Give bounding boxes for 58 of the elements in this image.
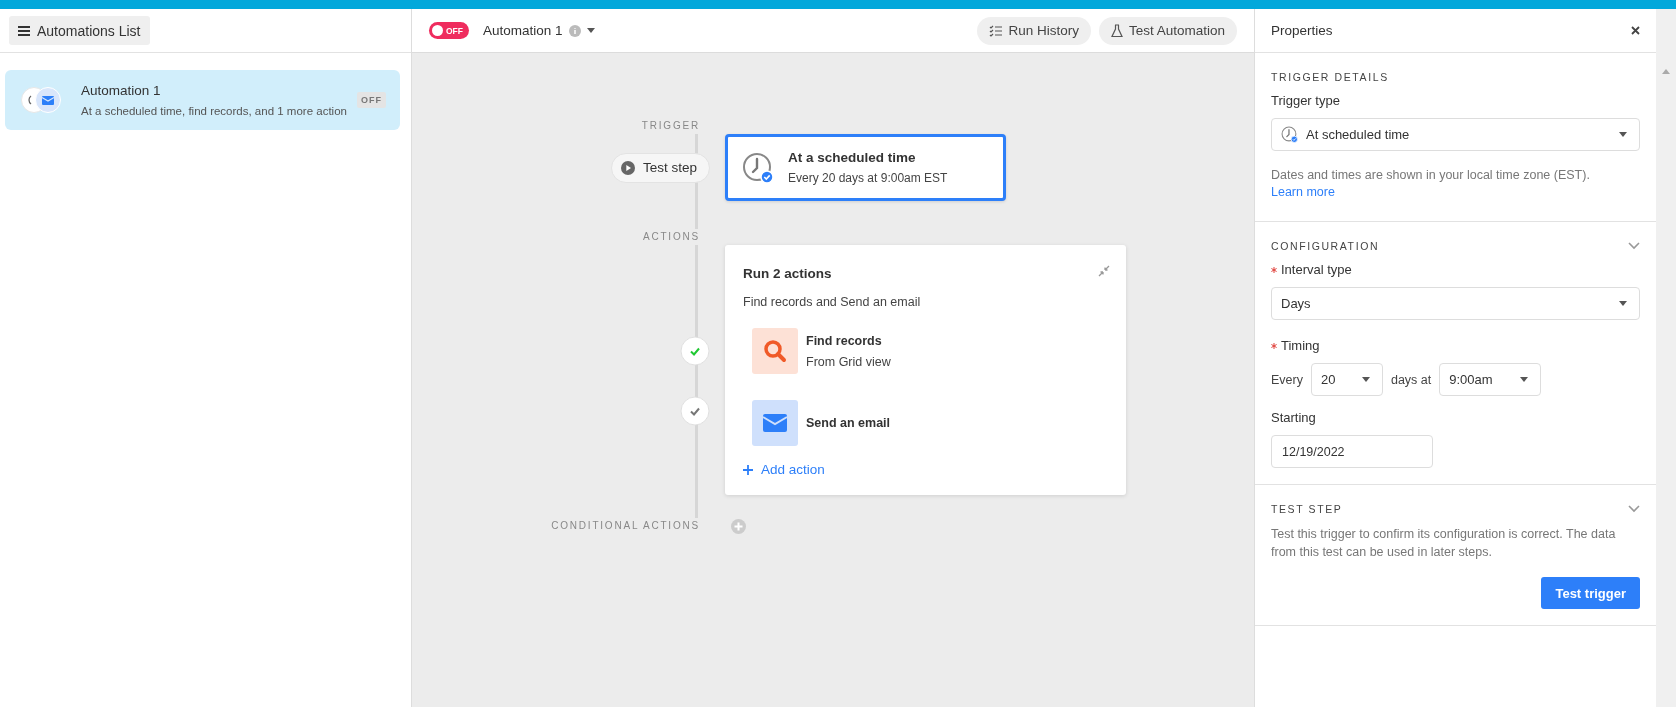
test-automation-button[interactable]: Test Automation — [1098, 16, 1237, 45]
trigger-subtitle: Every 20 days at 9:00am EST — [788, 171, 948, 185]
automation-toggle[interactable]: OFF — [429, 22, 469, 39]
time-select[interactable]: 9:00am — [1439, 363, 1542, 396]
caret-icon — [1619, 301, 1627, 306]
field-label: Trigger type — [1271, 93, 1340, 108]
automations-list-button[interactable]: Automations List — [9, 16, 150, 45]
start-date-field[interactable]: 12/19/2022 — [1271, 435, 1433, 468]
run-history-button[interactable]: Run History — [977, 16, 1091, 45]
automation-title: Automation 1 — [81, 83, 162, 98]
chevron-down-icon[interactable] — [1628, 242, 1640, 250]
actions-title: Run 2 actions — [743, 265, 833, 283]
section-heading: CONFIGURATION — [1271, 240, 1380, 252]
field-label: Starting — [1271, 410, 1316, 425]
menu-icon — [18, 25, 30, 36]
learn-more-link[interactable]: Learn more — [1271, 185, 1335, 199]
status-badge: OFF — [357, 92, 386, 108]
step-title: Send an email — [806, 416, 891, 430]
test-step-description: Test this trigger to confirm its configuration is correct. The data from this test can be used in later steps. — [1271, 526, 1617, 561]
collapse-icon[interactable] — [1098, 265, 1110, 277]
step-subtitle: From Grid view — [806, 354, 891, 369]
step-title: Find records — [806, 333, 883, 348]
caret-icon — [586, 28, 595, 33]
mail-icon — [752, 400, 798, 446]
trigger-card[interactable]: At a scheduled time Every 20 days at 9:00am EST — [725, 134, 1006, 201]
mail-icon — [35, 87, 61, 113]
chevron-down-icon[interactable] — [1628, 505, 1640, 513]
add-action-link[interactable]: Add action — [743, 462, 825, 477]
section-heading: TRIGGER DETAILS — [1271, 71, 1389, 83]
scrollbar[interactable] — [1656, 9, 1676, 707]
automation-description: At a scheduled time, find records, and 1 more action — [81, 105, 348, 117]
search-icon — [752, 328, 798, 374]
trigger-title: At a scheduled time — [788, 150, 917, 165]
interval-count-select[interactable]: 20 — [1310, 363, 1383, 396]
caret-icon — [1520, 377, 1529, 382]
checklist-icon — [989, 24, 1003, 37]
automation-name: Automation 1 — [483, 23, 563, 38]
flask-icon — [1110, 23, 1123, 38]
automation-list-item[interactable]: Automation 1 At a scheduled time, find records, and 1 more action OFF — [5, 70, 400, 130]
play-icon — [620, 160, 635, 175]
interval-type-select[interactable]: Days — [1271, 287, 1640, 320]
timezone-note: Dates and times are shown in your local time zone (EST). Learn more — [1271, 167, 1591, 201]
caret-icon — [1619, 132, 1627, 137]
info-icon[interactable] — [568, 24, 581, 37]
panel-title: Properties — [1271, 23, 1333, 38]
plus-icon — [743, 464, 753, 475]
field-label: Timing — [1281, 338, 1320, 353]
test-trigger-button[interactable]: Test trigger — [1541, 577, 1640, 609]
test-step-button[interactable]: Test step — [610, 152, 710, 183]
every-label: Every — [1271, 372, 1303, 387]
caret-icon — [1361, 377, 1370, 382]
add-circle-icon[interactable] — [731, 518, 746, 534]
trigger-type-select[interactable]: At scheduled time — [1271, 118, 1640, 151]
field-label: Interval type — [1281, 262, 1352, 277]
section-heading: TEST STEP — [1271, 503, 1343, 515]
close-icon[interactable] — [1631, 26, 1640, 35]
actions-subtitle: Find records and Send an email — [743, 295, 922, 309]
days-at-label: days at — [1390, 372, 1432, 387]
